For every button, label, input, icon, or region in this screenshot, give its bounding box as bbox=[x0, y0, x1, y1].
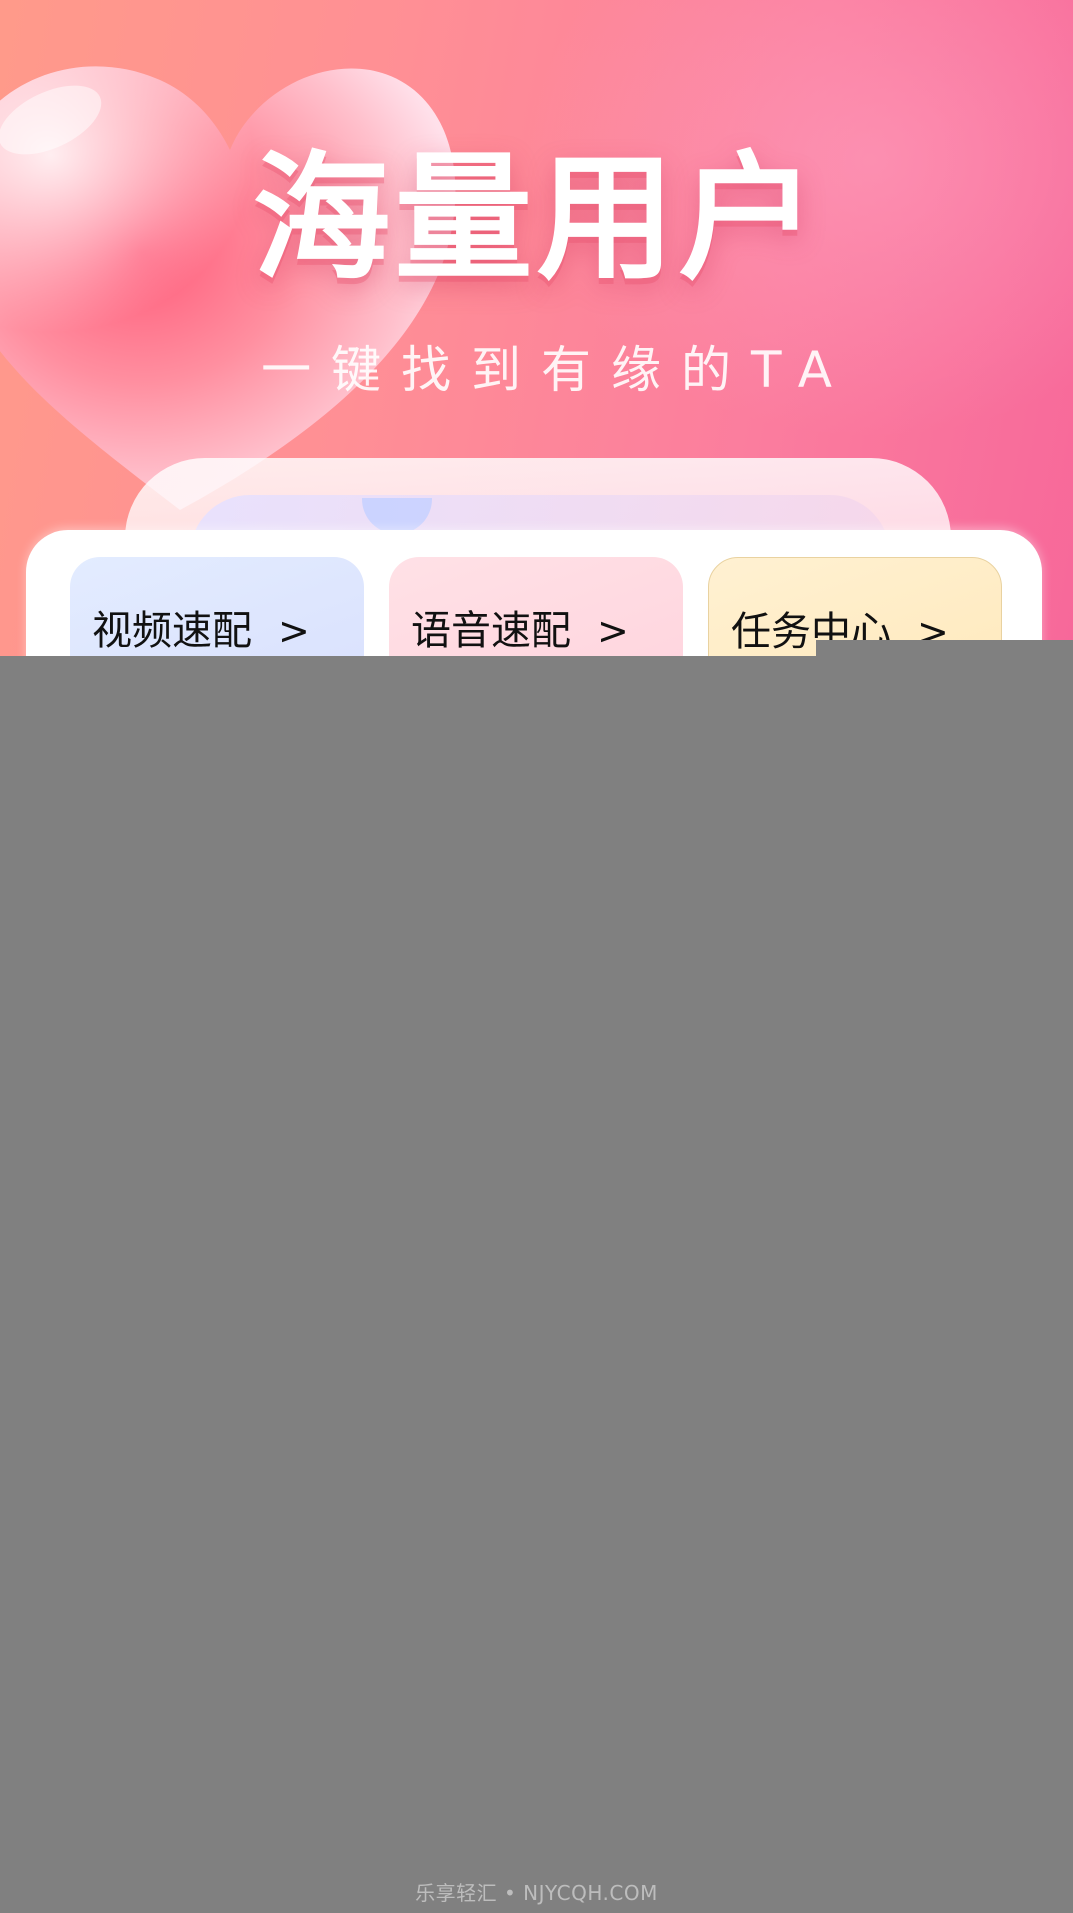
hero-title: 海量用户 bbox=[252, 138, 821, 299]
video-match-label: 视频速配 bbox=[92, 608, 252, 654]
chevron-right-icon: > bbox=[597, 609, 629, 653]
overlay-cover bbox=[0, 656, 1073, 1913]
hero-subtitle: 一键找到有缘的TA bbox=[261, 341, 852, 399]
chevron-right-icon: > bbox=[278, 609, 310, 653]
voice-match-label: 语音速配 bbox=[411, 608, 571, 654]
watermark: 乐享轻汇 • NJYCQH.COM bbox=[415, 1881, 658, 1905]
